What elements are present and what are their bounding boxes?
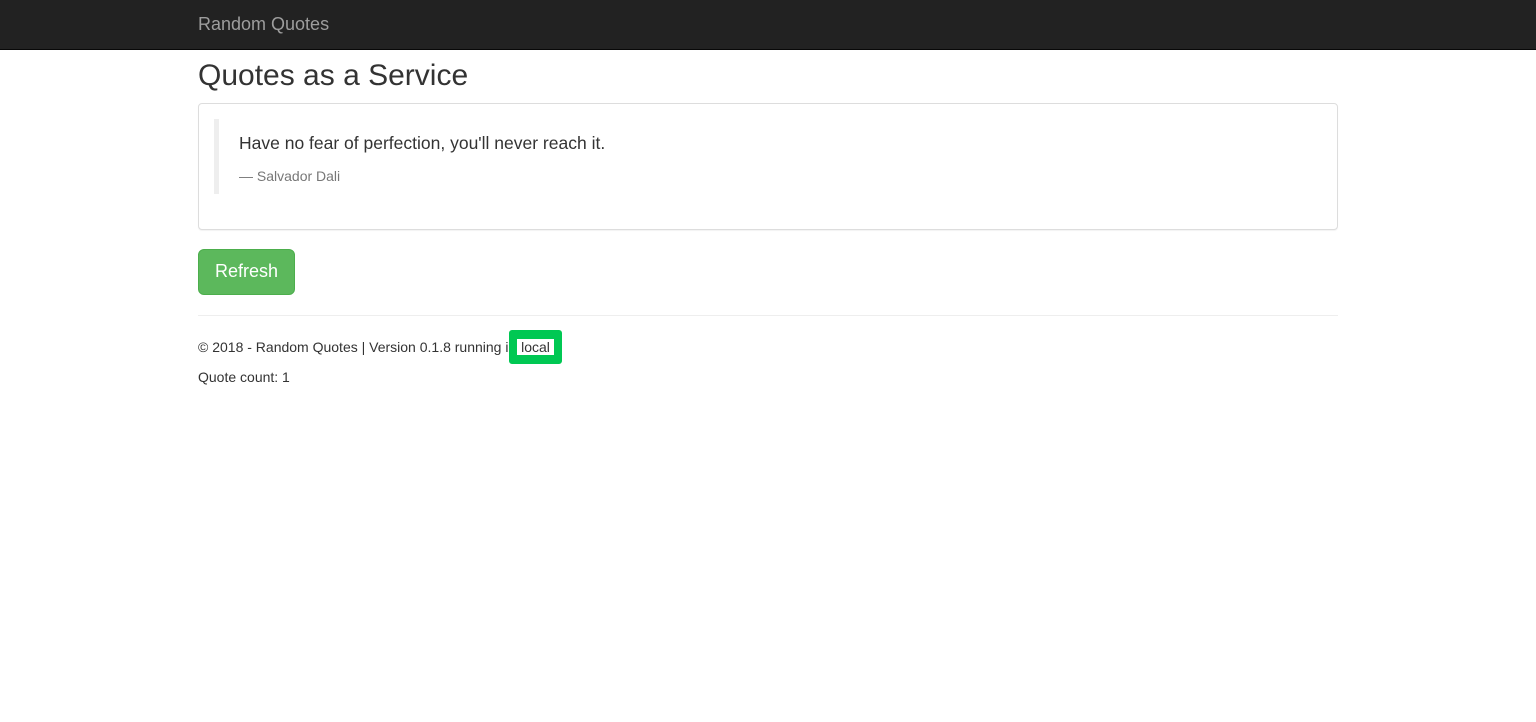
page-title: Quotes as a Service — [198, 59, 469, 92]
environment-highlight: local — [509, 330, 562, 364]
environment-label: local — [517, 339, 554, 355]
navbar-brand-link[interactable]: Random Quotes — [198, 14, 329, 34]
footer-info-text: © 2018 - Random Quotes | Version 0.1.8 r… — [198, 339, 509, 355]
quote-count: Quote count: 1 — [198, 369, 290, 385]
quote-author: — Salvador Dali — [239, 168, 341, 184]
quote-blockquote: Have no fear of perfection, you'll never… — [214, 119, 1314, 194]
quote-text: Have no fear of perfection, you'll never… — [239, 133, 606, 153]
footer-divider — [198, 315, 1338, 316]
navbar: Random Quotes — [0, 0, 1536, 50]
refresh-button[interactable]: Refresh — [198, 249, 295, 295]
quote-panel: Have no fear of perfection, you'll never… — [198, 103, 1338, 230]
